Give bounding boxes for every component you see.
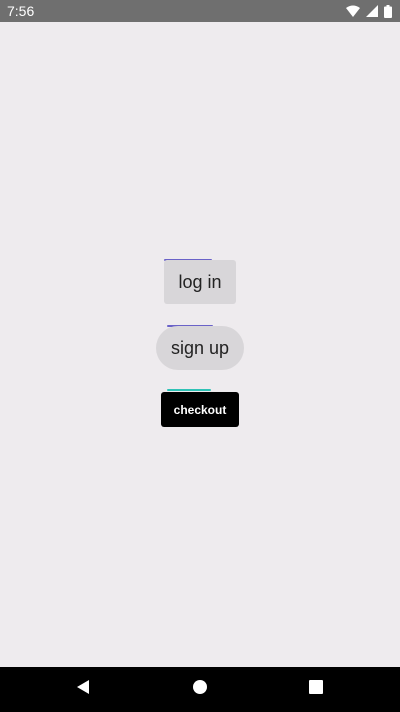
signup-button-label: sign up: [170, 337, 230, 358]
signup-button[interactable]: sign up: [156, 326, 244, 370]
back-icon: [75, 679, 91, 700]
checkout-button-label: checkout: [173, 402, 227, 417]
checkout-button[interactable]: checkout: [161, 392, 239, 427]
wifi-icon: [346, 5, 360, 17]
cellular-signal-icon: [366, 5, 378, 17]
checkout-accent-line: [167, 389, 211, 391]
home-button[interactable]: [170, 667, 230, 712]
battery-icon: [384, 4, 392, 18]
navigation-bar: [0, 667, 400, 712]
recents-icon: [309, 680, 323, 699]
back-button[interactable]: [53, 667, 113, 712]
login-button[interactable]: log in: [164, 260, 236, 304]
status-time: 7:56: [7, 3, 35, 19]
login-button-label: log in: [178, 271, 222, 292]
status-bar: 7:56: [0, 0, 400, 22]
status-icons: [346, 4, 392, 18]
main-content: log in sign up checkout: [0, 22, 400, 667]
home-icon: [192, 679, 208, 700]
recents-button[interactable]: [286, 667, 346, 712]
